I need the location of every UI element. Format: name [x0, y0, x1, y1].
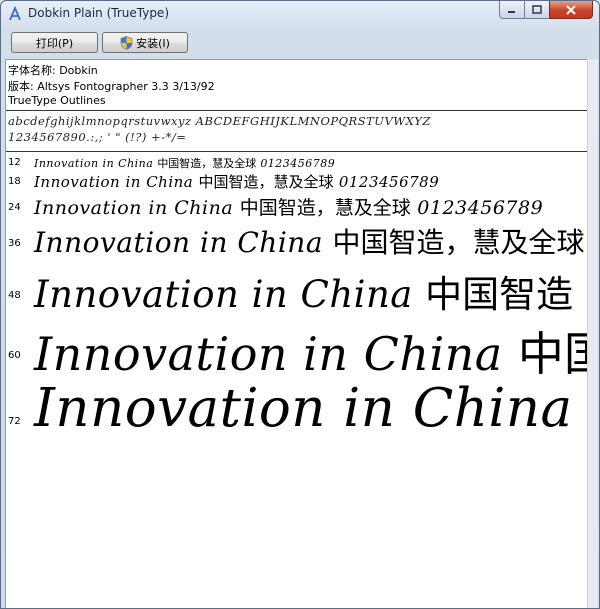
sample-cjk: 中国智造，慧及全球 — [157, 157, 257, 170]
sample-row-24: 24 Innovation in China 中国智造，慧及全球 0123456… — [6, 192, 588, 220]
sample-cjk: 中国智造，慧及全球 — [239, 197, 411, 219]
toolbar: 打印(P) 安装(I) — [1, 27, 599, 59]
sample-cjk: 中国智造，慧及全球 — [198, 173, 334, 191]
sample-cjk: 中国 — [517, 327, 588, 381]
sample-digits: 0123456789 — [417, 197, 544, 219]
sample-latin: Innovation in China — [34, 197, 234, 219]
size-label: 24 — [8, 202, 21, 213]
font-preview-area[interactable]: 字体名称: Dobkin 版本: Altsys Fontographer 3.3… — [5, 59, 589, 608]
sample-text: Innovation in China — [34, 378, 573, 439]
divider — [6, 151, 588, 152]
minimize-button[interactable] — [499, 1, 525, 19]
size-label: 36 — [8, 238, 21, 249]
sample-row-60: 60 Innovation in China 中国 — [6, 320, 588, 382]
sample-digits: 0123456789 — [260, 157, 336, 170]
print-button[interactable]: 打印(P) — [11, 32, 98, 53]
divider — [6, 110, 588, 111]
sample-row-72: 72 Innovation in China — [6, 378, 588, 462]
size-label: 60 — [8, 350, 21, 361]
close-button[interactable] — [549, 1, 593, 19]
window-title: Dobkin Plain (TrueType) — [28, 6, 169, 20]
maximize-icon — [532, 5, 542, 14]
sample-text: Innovation in China 中国智造，慧及全球 — [34, 221, 584, 261]
size-label: 12 — [8, 157, 21, 168]
sample-cjk: 中国智造 — [425, 273, 574, 316]
sample-latin: Innovation in China — [34, 173, 194, 191]
title-bar[interactable]: Dobkin Plain (TrueType) — [1, 1, 599, 27]
charset-line-symbols: 1234567890.:,; ' " (!?) +-*/= — [8, 130, 187, 144]
sample-text: Innovation in China 中国 — [34, 318, 588, 384]
sample-cjk: 中国智造，慧及全球 — [332, 226, 585, 259]
sample-latin: Innovation in China — [34, 378, 573, 439]
install-button[interactable]: 安装(I) — [102, 32, 188, 53]
font-outline-line: TrueType Outlines — [8, 94, 106, 107]
minimize-icon — [508, 10, 515, 13]
sample-row-48: 48 Innovation in China 中国智造 — [6, 262, 588, 320]
sample-latin: Innovation in China — [34, 226, 324, 259]
font-name-line: 字体名称: Dobkin — [8, 64, 98, 77]
sample-text: Innovation in China 中国智造，慧及全球 0123456789 — [34, 155, 335, 171]
sample-row-36: 36 Innovation in China 中国智造，慧及全球 — [6, 220, 588, 262]
size-label: 18 — [8, 176, 21, 187]
font-viewer-icon — [9, 6, 21, 21]
sample-digits: 0123456789 — [338, 173, 440, 191]
sample-row-18: 18 Innovation in China 中国智造，慧及全球 0123456… — [6, 170, 588, 192]
sample-text: Innovation in China 中国智造，慧及全球 0123456789 — [34, 171, 439, 192]
print-button-label: 打印(P) — [35, 36, 74, 50]
sample-latin: Innovation in China — [34, 157, 154, 170]
caption-buttons — [499, 1, 593, 20]
sample-text: Innovation in China 中国智造，慧及全球 0123456789 — [34, 193, 543, 220]
size-label: 72 — [8, 416, 21, 427]
vertical-scrollbar[interactable] — [587, 59, 598, 608]
sample-latin: Innovation in China — [34, 327, 503, 381]
maximize-button[interactable] — [524, 1, 550, 19]
size-label: 48 — [8, 290, 21, 301]
close-icon — [566, 4, 576, 15]
font-viewer-window: Dobkin Plain (TrueType) 打印(P) 安装(I) 字体名称… — [0, 0, 600, 609]
shield-icon — [120, 35, 133, 50]
charset-line-letters: abcdefghijklmnopqrstuvwxyz ABCDEFGHIJKLM… — [8, 114, 431, 128]
install-button-label: 安装(I) — [136, 36, 170, 50]
sample-latin: Innovation in China — [34, 273, 413, 316]
sample-text: Innovation in China 中国智造 — [34, 264, 573, 318]
font-version-line: 版本: Altsys Fontographer 3.3 3/13/92 — [8, 80, 215, 93]
sample-row-12: 12 Innovation in China 中国智造，慧及全球 0123456… — [6, 154, 588, 170]
